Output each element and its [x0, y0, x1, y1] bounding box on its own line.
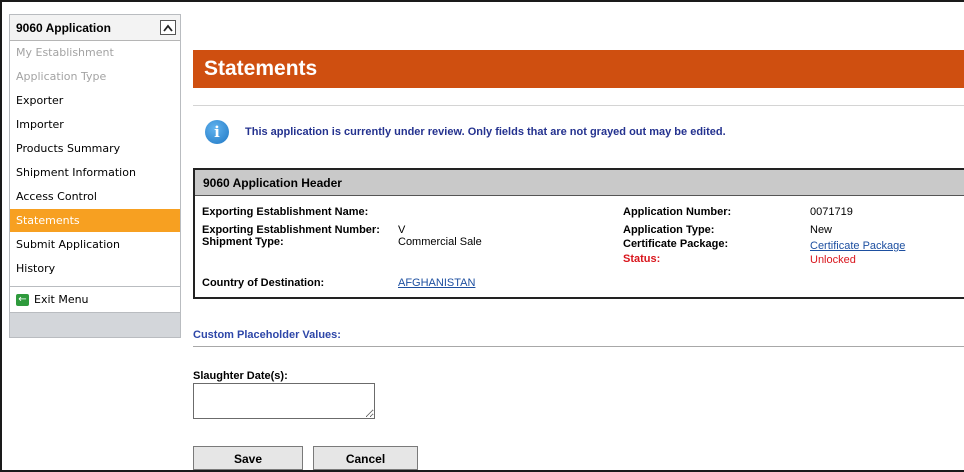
application-number-value: 0071719 [810, 206, 853, 218]
divider [193, 346, 964, 347]
status-label: Status: [623, 253, 661, 265]
custom-placeholder-values-label: Custom Placeholder Values: [193, 329, 341, 341]
shipment-type-label: Shipment Type: [202, 236, 284, 248]
sidebar-title: 9060 Application [16, 21, 111, 35]
sidebar-nav: My Establishment Application Type Export… [10, 41, 180, 313]
status-value: Unlocked [810, 254, 856, 266]
exit-menu-link[interactable]: ← Exit Menu [10, 287, 180, 313]
info-icon: i [205, 120, 229, 144]
sidebar-item-submit-application[interactable]: Submit Application [10, 233, 180, 257]
sidebar-header: 9060 Application [10, 15, 180, 41]
collapse-icon[interactable] [160, 20, 176, 35]
country-of-destination-link[interactable]: AFGHANISTAN [398, 277, 475, 289]
divider [193, 105, 964, 106]
sidebar-item-importer[interactable]: Importer [10, 113, 180, 137]
exporting-establishment-name-label: Exporting Establishment Name: [202, 206, 369, 218]
sidebar: 9060 Application My Establishment Applic… [9, 14, 181, 338]
exit-menu-label: Exit Menu [34, 292, 89, 306]
application-type-label: Application Type: [623, 224, 715, 236]
sidebar-item-statements[interactable]: Statements [10, 209, 180, 233]
page-title-bar: Statements [193, 50, 964, 88]
application-header-title: 9060 Application Header [195, 170, 964, 196]
certificate-package-label: Certificate Package: [623, 238, 729, 250]
sidebar-item-application-type: Application Type [10, 65, 180, 89]
sidebar-item-access-control[interactable]: Access Control [10, 185, 180, 209]
application-number-label: Application Number: [623, 206, 732, 218]
sidebar-item-history[interactable]: History [10, 257, 180, 281]
certificate-package-link[interactable]: Certificate Package [810, 240, 905, 252]
sidebar-item-exporter[interactable]: Exporter [10, 89, 180, 113]
country-of-destination-label: Country of Destination: [202, 277, 325, 289]
exporting-establishment-number-value: V [398, 224, 406, 236]
slaughter-dates-label: Slaughter Date(s): [193, 370, 288, 382]
exporting-establishment-number-label: Exporting Establishment Number: [202, 224, 380, 236]
exit-arrow-icon: ← [16, 293, 29, 306]
info-message: This application is currently under revi… [245, 126, 726, 138]
sidebar-item-products-summary[interactable]: Products Summary [10, 137, 180, 161]
sidebar-item-my-establishment: My Establishment [10, 41, 180, 65]
application-type-value: New [810, 224, 833, 236]
sidebar-item-shipment-information[interactable]: Shipment Information [10, 161, 180, 185]
slaughter-dates-field[interactable] [193, 383, 375, 419]
page-title: Statements [204, 57, 318, 80]
save-button[interactable]: Save [193, 446, 303, 470]
cancel-button[interactable]: Cancel [313, 446, 418, 470]
shipment-type-value: Commercial Sale [398, 236, 482, 248]
